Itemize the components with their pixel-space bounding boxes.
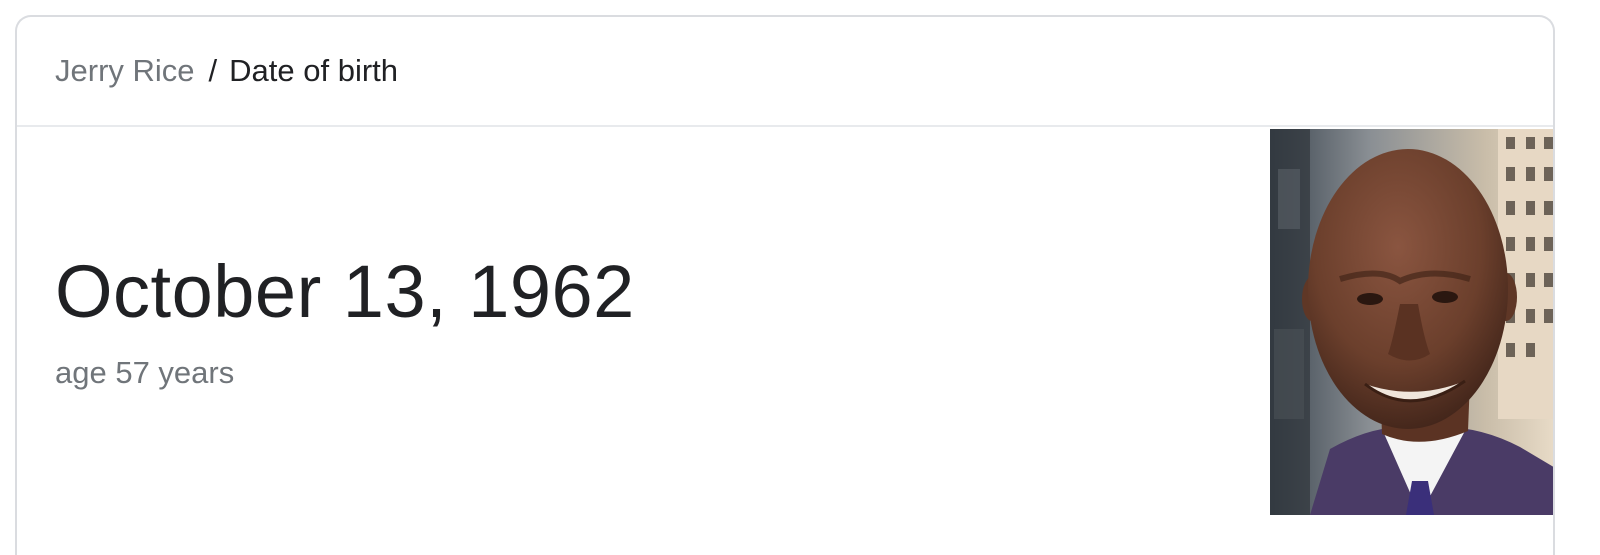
- knowledge-panel-card: Jerry Rice / Date of birth October 13, 196…: [15, 15, 1555, 555]
- breadcrumb-attribute: Date of birth: [229, 53, 399, 88]
- portrait-image: [1270, 129, 1553, 515]
- entity-photo[interactable]: [1270, 129, 1553, 515]
- answer-value: October 13, 1962: [55, 250, 635, 333]
- breadcrumb: Jerry Rice / Date of birth: [55, 51, 398, 91]
- breadcrumb-entity-link[interactable]: Jerry Rice: [55, 53, 195, 88]
- breadcrumb-bar: Jerry Rice / Date of birth: [17, 17, 1553, 127]
- breadcrumb-separator: /: [208, 53, 218, 88]
- answer-subtext: age 57 years: [55, 355, 235, 390]
